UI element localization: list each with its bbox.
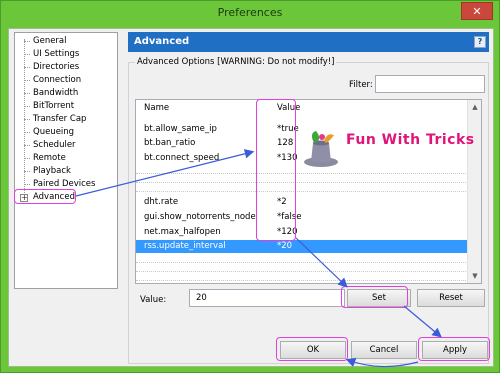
sidebar-item-bandwidth[interactable]: Bandwidth bbox=[33, 87, 78, 99]
list-item[interactable]: gui.show_notorrents_node *false bbox=[136, 211, 468, 224]
option-name: gui.show_notorrents_node bbox=[144, 212, 256, 222]
category-tree[interactable]: General UI Settings Directories Connecti… bbox=[14, 32, 118, 289]
option-name: bt.allow_same_ip bbox=[144, 124, 217, 134]
help-icon[interactable]: ? bbox=[474, 36, 486, 48]
sidebar-item-bittorrent[interactable]: BitTorrent bbox=[33, 100, 74, 112]
sidebar-item-ui-settings[interactable]: UI Settings bbox=[33, 48, 79, 60]
title-bar: Preferences ✕ bbox=[1, 1, 499, 27]
close-button[interactable]: ✕ bbox=[461, 2, 493, 20]
list-scrollbar[interactable]: ▲ ▼ bbox=[467, 100, 481, 283]
list-item[interactable] bbox=[136, 273, 468, 281]
option-name: bt.connect_speed bbox=[144, 153, 220, 163]
list-item[interactable] bbox=[136, 175, 468, 183]
value-input[interactable]: 20 bbox=[189, 289, 345, 307]
sidebar-item-playback[interactable]: Playback bbox=[33, 165, 71, 177]
cancel-button[interactable]: Cancel bbox=[351, 341, 417, 359]
tree-branch bbox=[24, 67, 30, 68]
tree-branch bbox=[24, 132, 30, 133]
scroll-up-icon[interactable]: ▲ bbox=[468, 100, 482, 114]
tree-branch bbox=[24, 119, 30, 120]
tree-branch bbox=[24, 54, 30, 55]
options-list[interactable]: Name Value bt.allow_same_ip *true bt.ban… bbox=[135, 99, 482, 284]
tree-branch bbox=[24, 80, 30, 81]
panel-title-bar: Advanced ? bbox=[128, 32, 489, 52]
tree-branch bbox=[24, 106, 30, 107]
group-label: Advanced Options [WARNING: Do not modify… bbox=[135, 57, 337, 67]
watermark-text: Fun With Tricks bbox=[346, 132, 475, 148]
filter-label: Filter: bbox=[349, 80, 373, 90]
column-header-name[interactable]: Name bbox=[144, 100, 169, 116]
value-label: Value: bbox=[140, 295, 167, 305]
list-item[interactable]: dht.rate *2 bbox=[136, 196, 468, 209]
preferences-window: Preferences ✕ General UI Settings Direct… bbox=[0, 0, 500, 373]
sidebar-item-transfer-cap[interactable]: Transfer Cap bbox=[33, 113, 86, 125]
magic-hat-icon bbox=[304, 131, 338, 167]
tree-branch bbox=[24, 158, 30, 159]
set-button-highlight bbox=[341, 286, 408, 308]
list-item[interactable] bbox=[136, 264, 468, 272]
window-title: Preferences bbox=[217, 6, 283, 19]
apply-button-highlight bbox=[418, 337, 490, 361]
list-item[interactable]: net.max_halfopen *120 bbox=[136, 226, 468, 239]
value-column-highlight bbox=[256, 99, 296, 241]
tree-branch bbox=[24, 93, 30, 94]
tree-branch bbox=[24, 171, 30, 172]
sidebar-item-general[interactable]: General bbox=[33, 35, 67, 47]
ok-button-highlight bbox=[276, 337, 348, 361]
advanced-item-highlight bbox=[14, 189, 76, 204]
sidebar-item-remote[interactable]: Remote bbox=[33, 152, 66, 164]
option-name: bt.ban_ratio bbox=[144, 138, 196, 148]
sidebar-item-directories[interactable]: Directories bbox=[33, 61, 79, 73]
list-header: Name Value bbox=[136, 100, 468, 116]
reset-button[interactable]: Reset bbox=[417, 289, 485, 307]
option-name: rss.update_interval bbox=[144, 241, 226, 251]
option-name: dht.rate bbox=[144, 197, 179, 207]
preferences-client: General UI Settings Directories Connecti… bbox=[8, 28, 494, 367]
sidebar-item-connection[interactable]: Connection bbox=[33, 74, 81, 86]
filter-input[interactable] bbox=[375, 75, 485, 93]
sidebar-item-queueing[interactable]: Queueing bbox=[33, 126, 74, 138]
option-value: *20 bbox=[277, 241, 293, 251]
scroll-down-icon[interactable]: ▼ bbox=[468, 269, 482, 283]
list-item[interactable] bbox=[136, 184, 468, 192]
list-item-selected[interactable]: rss.update_interval *20 bbox=[136, 240, 468, 253]
sidebar-item-scheduler[interactable]: Scheduler bbox=[33, 139, 76, 151]
tree-branch bbox=[24, 41, 30, 42]
panel-title: Advanced bbox=[134, 36, 190, 47]
option-name: net.max_halfopen bbox=[144, 227, 221, 237]
list-item[interactable] bbox=[136, 255, 468, 263]
tree-branch bbox=[24, 184, 30, 185]
tree-branch bbox=[24, 145, 30, 146]
